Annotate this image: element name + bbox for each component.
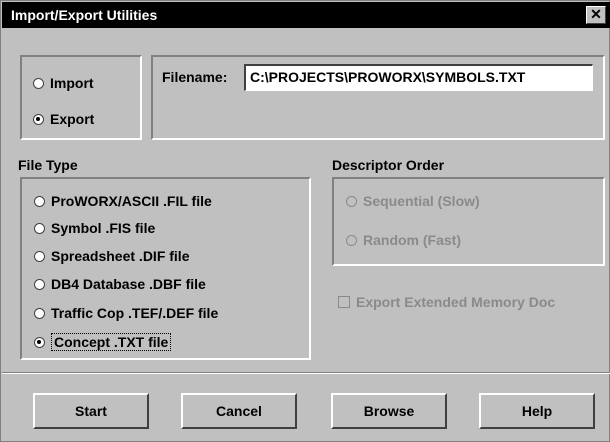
- radio-circle: [346, 195, 357, 207]
- file-type-option-dbf[interactable]: DB4 Database .DBF file: [34, 276, 206, 292]
- mode-group: [20, 55, 142, 140]
- import-radio[interactable]: Import: [33, 75, 94, 91]
- file-type-option-label: Traffic Cop .TEF/.DEF file: [51, 305, 219, 321]
- export-extended-label: Export Extended Memory Doc: [356, 294, 556, 310]
- file-type-option-fil[interactable]: ProWORX/ASCII .FIL file: [34, 193, 212, 209]
- import-label: Import: [50, 75, 94, 91]
- radio-circle: [34, 250, 45, 262]
- descriptor-order-group: [332, 177, 605, 266]
- file-type-option-label: DB4 Database .DBF file: [51, 276, 206, 292]
- radio-circle: [34, 278, 45, 290]
- file-type-option-label: ProWORX/ASCII .FIL file: [51, 193, 212, 209]
- window-title: Import/Export Utilities: [11, 7, 158, 23]
- radio-circle: [34, 195, 45, 207]
- file-type-option-label: Concept .TXT file: [51, 333, 172, 351]
- file-type-option-dif[interactable]: Spreadsheet .DIF file: [34, 248, 189, 264]
- export-label: Export: [50, 111, 95, 127]
- file-type-option-tef[interactable]: Traffic Cop .TEF/.DEF file: [34, 305, 218, 321]
- descriptor-order-heading: Descriptor Order: [332, 157, 445, 173]
- filename-label: Filename:: [162, 69, 228, 85]
- sequential-radio[interactable]: Sequential (Slow): [346, 193, 480, 209]
- filename-input[interactable]: C:\PROJECTS\PROWORX\SYMBOLS.TXT: [244, 64, 593, 91]
- radio-circle: [346, 234, 357, 246]
- radio-circle: [34, 336, 45, 348]
- file-type-option-label: Spreadsheet .DIF file: [51, 248, 190, 264]
- title-bar: Import/Export Utilities ✕: [2, 2, 610, 28]
- random-radio[interactable]: Random (Fast): [346, 232, 461, 248]
- export-radio[interactable]: Export: [33, 111, 94, 127]
- start-button[interactable]: Start: [33, 393, 149, 429]
- separator: [2, 372, 610, 374]
- close-button[interactable]: ✕: [586, 6, 606, 24]
- file-type-heading: File Type: [18, 157, 78, 173]
- random-label: Random (Fast): [363, 232, 461, 248]
- export-radio-circle: [33, 113, 44, 125]
- cancel-button[interactable]: Cancel: [181, 393, 297, 429]
- sequential-label: Sequential (Slow): [363, 193, 480, 209]
- help-button[interactable]: Help: [479, 393, 595, 429]
- import-radio-circle: [33, 77, 44, 89]
- file-type-option-label: Symbol .FIS file: [51, 220, 156, 236]
- checkbox-box: [338, 296, 350, 308]
- radio-circle: [34, 222, 45, 234]
- radio-circle: [34, 307, 45, 319]
- browse-button[interactable]: Browse: [331, 393, 447, 429]
- file-type-option-txt[interactable]: Concept .TXT file: [34, 333, 172, 351]
- dialog-window: Import/Export Utilities ✕ Import Export …: [0, 0, 610, 442]
- export-extended-checkbox[interactable]: Export Extended Memory Doc: [338, 294, 555, 310]
- file-type-option-fis[interactable]: Symbol .FIS file: [34, 220, 155, 236]
